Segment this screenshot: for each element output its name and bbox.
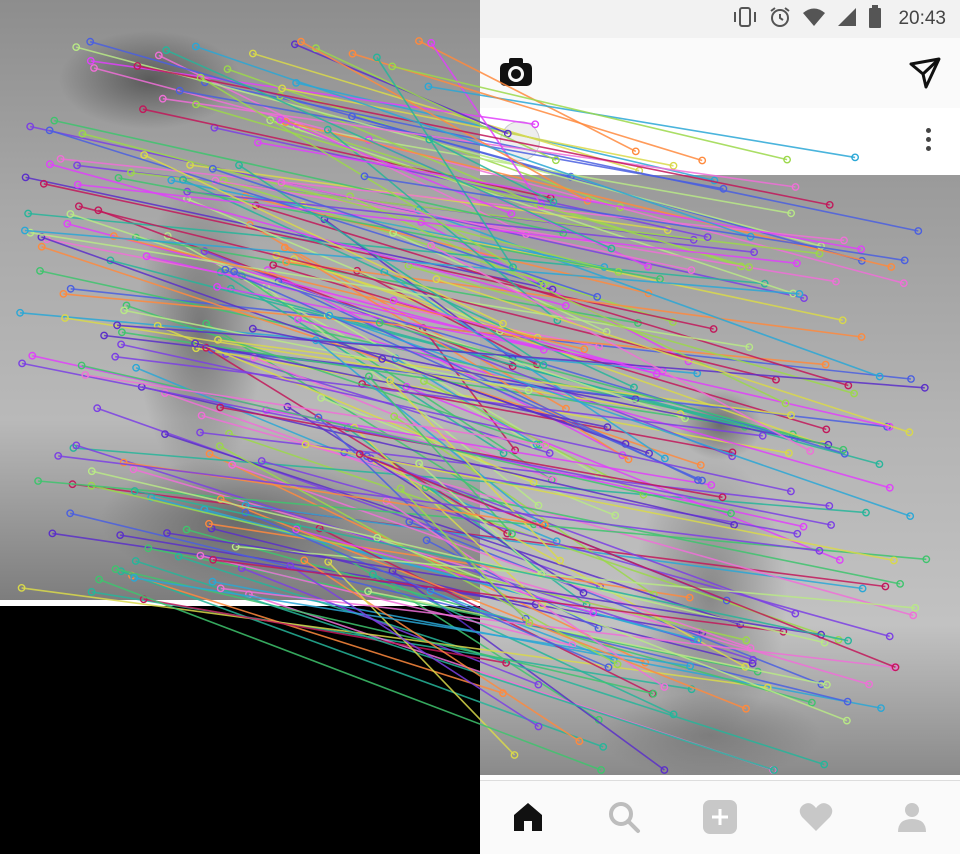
more-dot [925, 137, 931, 142]
heart-icon [799, 802, 833, 837]
signal-icon [836, 7, 858, 32]
home-icon [511, 801, 545, 838]
wifi-icon [802, 7, 826, 32]
nav-add-button[interactable] [700, 799, 740, 839]
alarm-icon [768, 5, 792, 34]
left-black-fill [0, 606, 480, 854]
camera-button[interactable] [498, 56, 534, 90]
direct-message-button[interactable] [908, 56, 942, 90]
status-time: 20:43 [898, 8, 946, 29]
add-post-icon [702, 799, 738, 840]
phone-screen: 20:43 [480, 0, 960, 854]
status-bar: 20:43 [480, 0, 960, 38]
post-photo[interactable] [480, 175, 960, 775]
more-vertical-icon [925, 128, 931, 133]
profile-icon [896, 801, 928, 838]
app-header [480, 38, 960, 109]
left-reference-photo [0, 0, 480, 600]
more-dot [925, 146, 931, 151]
app-title [660, 62, 790, 86]
bottom-nav [480, 780, 960, 854]
vibrate-icon [732, 6, 758, 33]
avatar[interactable] [500, 121, 540, 161]
status-icons: 20:43 [732, 4, 946, 34]
nav-search-button[interactable] [604, 799, 644, 839]
nav-activity-button[interactable] [796, 799, 836, 839]
battery-icon [868, 4, 882, 34]
camera-icon [498, 58, 534, 92]
search-icon [607, 800, 641, 839]
nav-home-button[interactable] [508, 799, 548, 839]
post-header [480, 108, 960, 174]
direct-message-icon [908, 57, 942, 94]
more-options-button[interactable] [922, 124, 934, 156]
nav-profile-button[interactable] [892, 799, 932, 839]
post-username[interactable] [552, 130, 692, 150]
